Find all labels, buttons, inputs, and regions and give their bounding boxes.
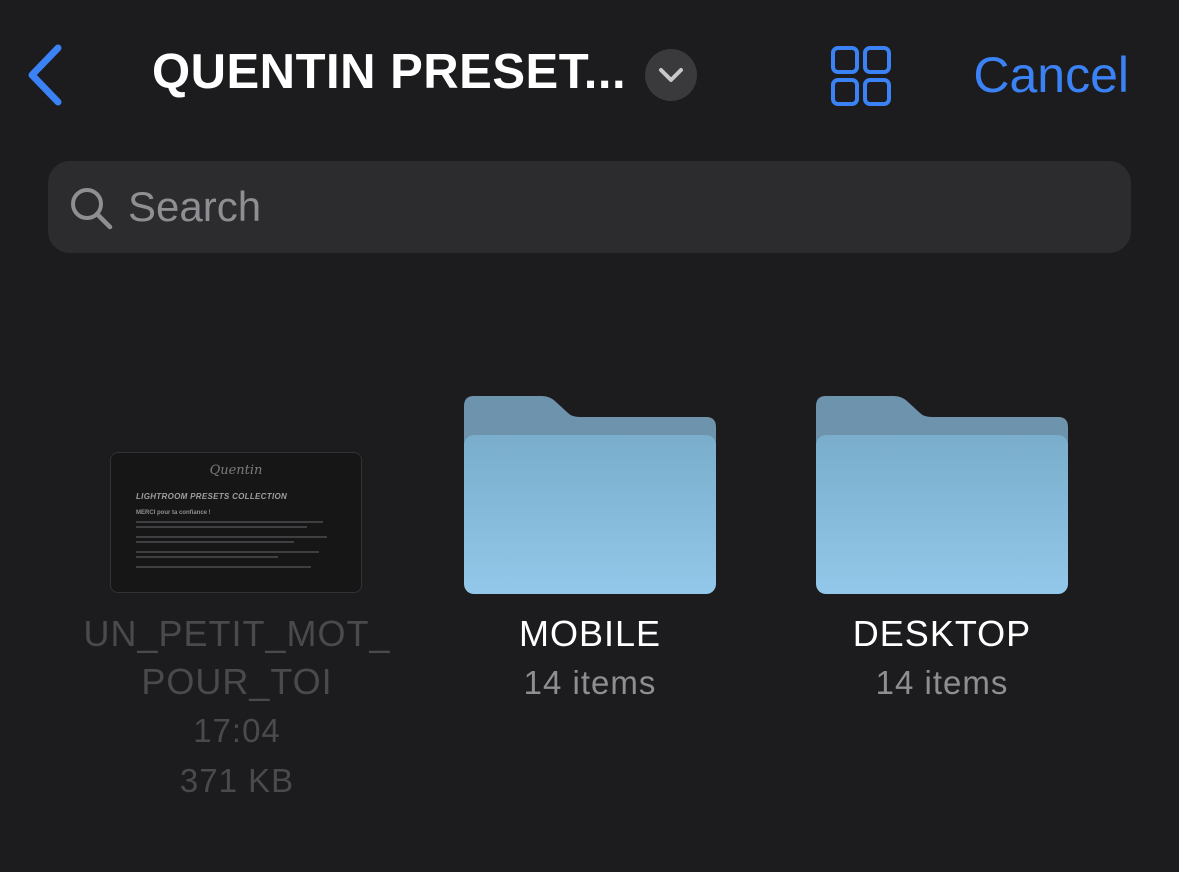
file-time: 17:04 bbox=[193, 712, 281, 749]
search-icon bbox=[71, 188, 113, 230]
folder-name: DESKTOP bbox=[852, 613, 1032, 654]
grid-view-button[interactable] bbox=[830, 45, 892, 107]
thumbnail-subheading: MERCI pour ta confiance ! bbox=[136, 510, 211, 516]
search-bar[interactable] bbox=[48, 161, 1131, 253]
folder-icon-mobile[interactable] bbox=[464, 396, 716, 594]
back-button[interactable] bbox=[22, 42, 72, 108]
folder-item-desktop[interactable]: DESKTOP 14 items bbox=[772, 610, 1112, 708]
cancel-button[interactable]: Cancel bbox=[973, 46, 1129, 104]
file-name: UN_PETIT_MOT_ POUR_TOI bbox=[83, 613, 391, 702]
chevron-down-icon bbox=[659, 68, 683, 82]
grid-icon bbox=[831, 46, 891, 106]
thumbnail-text-lines bbox=[136, 521, 339, 571]
folder-item-count: 14 items bbox=[523, 664, 657, 701]
folder-item-count: 14 items bbox=[875, 664, 1009, 701]
folder-icon-desktop[interactable] bbox=[816, 396, 1068, 594]
thumbnail-signature: Quentin bbox=[209, 463, 263, 478]
file-size: 371 KB bbox=[179, 762, 295, 799]
document-thumbnail[interactable]: Quentin LIGHTROOM PRESETS COLLECTION MER… bbox=[110, 452, 362, 593]
file-item-document[interactable]: UN_PETIT_MOT_ POUR_TOI 17:04 371 KB bbox=[67, 610, 407, 806]
folder-item-mobile[interactable]: MOBILE 14 items bbox=[420, 610, 760, 708]
folder-name: MOBILE bbox=[518, 613, 662, 654]
title-menu-button[interactable] bbox=[645, 49, 697, 101]
chevron-left-icon bbox=[28, 44, 62, 106]
folder-title[interactable]: QUENTIN PRESET... bbox=[152, 44, 626, 100]
navigation-header: QUENTIN PRESET... Cancel bbox=[0, 0, 1179, 150]
thumbnail-heading: LIGHTROOM PRESETS COLLECTION bbox=[136, 492, 288, 501]
file-picker-sheet: QUENTIN PRESET... Cancel Quentin LIGHTRO… bbox=[0, 0, 1179, 872]
search-input[interactable] bbox=[128, 161, 1108, 253]
